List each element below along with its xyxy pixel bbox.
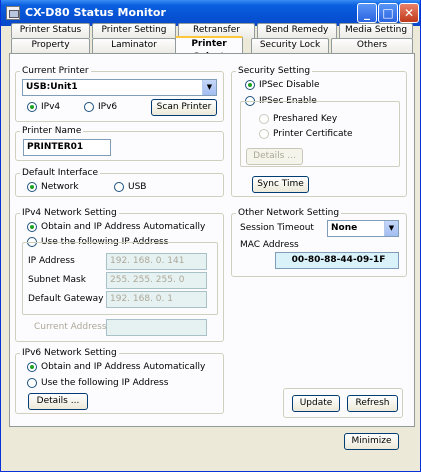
tab-printer-status[interactable]: Printer Status xyxy=(11,23,90,38)
update-button[interactable]: Update xyxy=(292,395,340,412)
ipv4-auto-label: Obtain and IP Address Automatically xyxy=(41,222,206,232)
tab-bend-remedy[interactable]: Bend Remedy xyxy=(257,23,337,38)
mac-address-label: MAC Address xyxy=(240,240,299,250)
default-gateway-field[interactable]: 192. 168. 0. 1 xyxy=(106,291,207,308)
scan-printer-button[interactable]: Scan Printer xyxy=(151,99,217,116)
usb-label: USB xyxy=(128,182,147,192)
other-network-group: Other Network Setting Session Timeout No… xyxy=(231,208,407,277)
ipv4-label: IPv4 xyxy=(41,102,61,112)
ipv6-radio[interactable] xyxy=(84,102,94,112)
ip-address-label: IP Address xyxy=(28,256,75,266)
ipv6-manual-label: Use the following IP Address xyxy=(41,378,169,388)
chevron-down-icon[interactable]: ▼ xyxy=(384,221,398,236)
mac-address-field: 00-80-88-44-09-1F xyxy=(275,252,399,269)
printer-name-group: Printer Name PRINTER01 xyxy=(15,126,224,161)
session-timeout-select[interactable]: None ▼ xyxy=(327,220,399,237)
ipv4-radio[interactable] xyxy=(27,102,37,112)
current-address-field xyxy=(106,319,207,336)
security-legend: Security Setting xyxy=(236,66,313,76)
refresh-button[interactable]: Refresh xyxy=(347,395,398,412)
current-printer-legend: Current Printer xyxy=(20,66,91,76)
tab-laminator[interactable]: Laminator xyxy=(92,38,176,53)
app-icon xyxy=(6,6,20,20)
usb-radio[interactable] xyxy=(114,182,124,192)
ipv6-network-group: IPv6 Network Setting Obtain and IP Addre… xyxy=(15,348,224,414)
minimize-window-button[interactable]: _ xyxy=(357,3,377,23)
ipv6-manual-radio[interactable] xyxy=(27,378,37,388)
tab-printer-select[interactable]: Printer Select xyxy=(175,36,243,62)
ipv6-auto-radio[interactable] xyxy=(27,362,37,372)
subnet-mask-field[interactable]: 255. 255. 255. 0 xyxy=(106,272,207,289)
chevron-down-icon[interactable]: ▼ xyxy=(202,80,216,95)
tab-property[interactable]: Property xyxy=(11,38,90,53)
ipv6-label: IPv6 xyxy=(98,102,118,112)
minimize-button[interactable]: Minimize xyxy=(344,433,399,450)
window-title: CX-D80 Status Monitor xyxy=(25,6,166,19)
default-gateway-label: Default Gateway xyxy=(28,294,104,304)
status-monitor-window: CX-D80 Status Monitor _ □ ✕ Printer Stat… xyxy=(0,0,421,472)
printer-select-panel: Current Printer USB:Unit1 ▼ IPv4 IPv6 Sc… xyxy=(9,53,415,427)
tab-security-lock[interactable]: Security Lock xyxy=(251,38,329,53)
session-timeout-label: Session Timeout xyxy=(240,223,314,233)
subnet-mask-label: Subnet Mask xyxy=(28,275,86,285)
network-label: Network xyxy=(41,182,79,192)
ipv4-legend: IPv4 Network Setting xyxy=(20,208,119,218)
printer-name-legend: Printer Name xyxy=(20,126,84,136)
default-interface-legend: Default Interface xyxy=(20,168,101,178)
close-window-button[interactable]: ✕ xyxy=(399,3,419,23)
current-address-label: Current Address xyxy=(34,322,107,332)
current-printer-value: USB:Unit1 xyxy=(26,82,78,92)
current-printer-select[interactable]: USB:Unit1 ▼ xyxy=(22,79,217,96)
action-button-group: Update Refresh xyxy=(283,388,403,418)
printer-certificate-label: Printer Certificate xyxy=(273,129,353,139)
ipsec-disable-label: IPSec Disable xyxy=(259,80,320,90)
preshared-key-radio[interactable] xyxy=(259,114,269,124)
ipsec-disable-radio[interactable] xyxy=(245,80,255,90)
printer-certificate-radio[interactable] xyxy=(259,129,269,139)
tab-printer-setting[interactable]: Printer Setting xyxy=(92,23,176,38)
tab-row-2: Property Laminator Printer Select Securi… xyxy=(11,36,413,62)
printer-name-field[interactable]: PRINTER01 xyxy=(23,139,111,156)
network-radio[interactable] xyxy=(27,182,37,192)
ip-address-field[interactable]: 192. 168. 0. 141 xyxy=(106,253,207,270)
ipv4-network-group: IPv4 Network Setting Obtain and IP Addre… xyxy=(15,208,224,342)
tab-media-setting[interactable]: Media Setting xyxy=(339,23,413,38)
ipv4-auto-radio[interactable] xyxy=(27,222,37,232)
sync-time-button[interactable]: Sync Time xyxy=(252,176,309,193)
ipsec-details-button[interactable]: Details ... xyxy=(246,148,303,165)
ipv6-legend: IPv6 Network Setting xyxy=(20,348,119,358)
ipv6-details-button[interactable]: Details ... xyxy=(28,393,88,410)
session-timeout-value: None xyxy=(331,223,358,233)
current-printer-group: Current Printer USB:Unit1 ▼ IPv4 IPv6 Sc… xyxy=(15,66,224,122)
tab-others[interactable]: Others xyxy=(331,38,413,53)
other-network-legend: Other Network Setting xyxy=(236,208,342,218)
ipv6-auto-label: Obtain and IP Address Automatically xyxy=(41,362,206,372)
default-interface-group: Default Interface Network USB xyxy=(15,168,224,197)
security-setting-group: Security Setting IPSec Disable IPSec Ena… xyxy=(231,66,407,197)
maximize-window-button[interactable]: □ xyxy=(378,3,398,23)
preshared-key-label: Preshared Key xyxy=(273,114,338,124)
